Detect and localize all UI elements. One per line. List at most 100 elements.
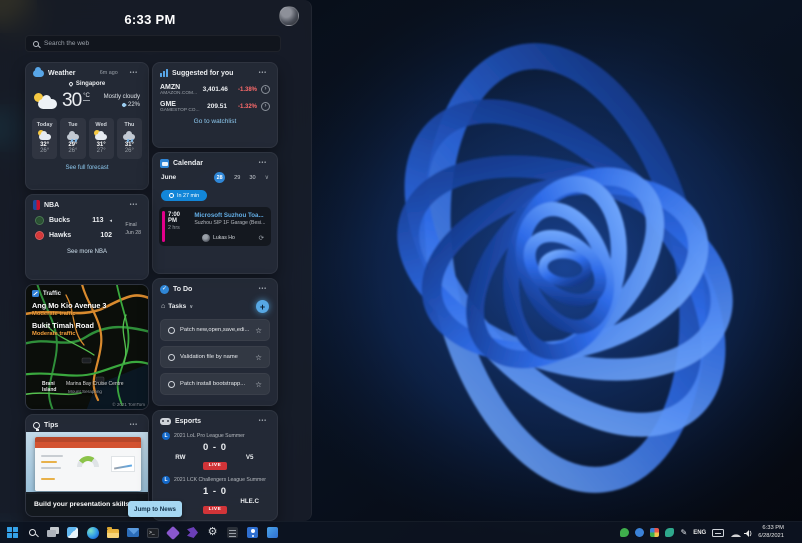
taskbar-search-button[interactable] xyxy=(25,525,40,540)
tray-app-icon[interactable] xyxy=(665,528,675,537)
edge-app-button[interactable] xyxy=(85,525,100,540)
see-full-forecast-link[interactable]: See full forecast xyxy=(26,165,148,171)
todo-widget[interactable]: To Do ••• ⌂ Tasks ∨ + Patch new,open,sav… xyxy=(152,278,278,406)
terminal-app-button[interactable] xyxy=(145,525,160,540)
home-icon: ⌂ xyxy=(161,303,166,310)
calendar-widget[interactable]: Calendar ••• June 28 29 30 ∨ In 27 min 7… xyxy=(152,152,278,274)
touch-keyboard-icon[interactable] xyxy=(712,528,725,537)
go-to-watchlist-link[interactable]: Go to watchlist xyxy=(153,118,277,125)
partly-cloudy-icon xyxy=(93,130,109,141)
see-more-nba-link[interactable]: See more NBA xyxy=(26,249,148,255)
weather-widget[interactable]: Weather 6m ago ••• Singapore 30 °C Mostl… xyxy=(25,62,149,190)
blue-app-button[interactable] xyxy=(265,525,280,540)
task-checkbox[interactable] xyxy=(168,380,175,388)
tray-app-icon[interactable] xyxy=(635,528,645,537)
stock-row[interactable]: GME GAMESTOP CO... 209.51 -1.32% › xyxy=(153,98,277,115)
weather-unit-toggle[interactable]: °C xyxy=(83,93,90,101)
traffic-road: Ang Mo Kio Avenue 3 xyxy=(32,301,107,310)
stock-detail-chevron-icon[interactable]: › xyxy=(261,102,270,111)
team-score: 113 xyxy=(92,217,104,224)
calendar-event[interactable]: 7:00 PM 2 hrs Microsoft Suzhou Toa... Su… xyxy=(159,207,271,246)
tray-app-icon[interactable] xyxy=(620,528,630,537)
map-label: Mount Serapong xyxy=(68,389,102,394)
forecast-day[interactable]: Thu 31° 26° xyxy=(116,118,142,159)
forecast-day[interactable]: Wed 31° 27° xyxy=(88,118,114,159)
chevron-down-icon[interactable]: ∨ xyxy=(265,174,269,181)
tips-more-options-icon[interactable]: ••• xyxy=(127,420,141,430)
star-icon[interactable]: ☆ xyxy=(255,353,262,362)
search-input[interactable] xyxy=(44,40,273,47)
map-label: Brani Island xyxy=(42,381,57,393)
weather-precip: 22% xyxy=(127,102,140,108)
calendar-day[interactable]: 30 xyxy=(249,175,255,181)
search-bar[interactable] xyxy=(25,35,281,52)
forecast-day[interactable]: Today 32° 26° xyxy=(32,118,58,159)
weather-more-options-icon[interactable]: ••• xyxy=(127,68,141,78)
nba-title: NBA xyxy=(44,201,60,209)
event-countdown-pill[interactable]: In 27 min xyxy=(161,190,208,201)
traffic-status: Moderate traffic xyxy=(32,331,76,337)
mail-app-button[interactable] xyxy=(125,525,140,540)
stock-price: 209.51 xyxy=(207,103,227,110)
widgets-button[interactable] xyxy=(65,525,80,540)
chevron-down-icon[interactable]: ∨ xyxy=(189,304,193,310)
pen-icon[interactable]: ✎ xyxy=(680,528,687,537)
task-item[interactable]: Patch new,open,save,edi... ☆ xyxy=(160,319,270,341)
network-volume-status[interactable] xyxy=(730,528,752,538)
people-app-button[interactable] xyxy=(245,525,260,540)
settings-app-button[interactable]: ⚙ xyxy=(205,525,220,540)
league-row[interactable]: L 2021 LCK Challengers League Summer xyxy=(153,473,277,485)
hawks-logo-icon xyxy=(35,231,44,240)
nba-widget[interactable]: NBA ••• Bucks 113 ◂ Hawks 102 Final Jun … xyxy=(25,194,149,280)
winner-indicator-icon: ◂ xyxy=(109,217,112,224)
task-checkbox[interactable] xyxy=(168,353,175,361)
nba-more-options-icon[interactable]: ••• xyxy=(127,200,141,210)
tray-app-icon[interactable] xyxy=(650,528,660,537)
task-label: Patch new,open,save,edi... xyxy=(180,327,250,333)
calendar-more-options-icon[interactable]: ••• xyxy=(256,158,270,168)
stock-row[interactable]: AMZN AMAZON.COM... 3,401.46 -1.38% › xyxy=(153,81,277,98)
sync-icon[interactable]: ⟳ xyxy=(259,234,264,242)
office-app-button[interactable] xyxy=(225,525,240,540)
stocks-widget[interactable]: Suggested for you ••• AMZN AMAZON.COM...… xyxy=(152,62,278,148)
league-row[interactable]: L 2021 LoL Pro League Summer xyxy=(153,429,277,441)
task-view-button[interactable] xyxy=(45,525,60,540)
calendar-day-selected[interactable]: 28 xyxy=(214,172,226,183)
task-item[interactable]: Validation file by name ☆ xyxy=(160,346,270,368)
profile-avatar[interactable] xyxy=(279,6,299,26)
match-row[interactable]: RW 0 - 0 LIVE V5 xyxy=(153,441,277,473)
task-item[interactable]: Patch install bootstrapp... ☆ xyxy=(160,373,270,395)
add-task-button[interactable]: + xyxy=(256,300,269,313)
purple-app-button[interactable] xyxy=(185,525,200,540)
start-button[interactable] xyxy=(5,525,20,540)
mini-line-chart xyxy=(111,456,135,472)
stock-ticker: AMZN xyxy=(160,83,181,91)
forecast-day[interactable]: Tue 29° 26° xyxy=(60,118,86,159)
weather-location: Singapore xyxy=(75,81,106,87)
todo-more-options-icon[interactable]: ••• xyxy=(256,284,270,294)
star-icon[interactable]: ☆ xyxy=(255,380,262,389)
stocks-more-options-icon[interactable]: ••• xyxy=(256,68,270,78)
taskbar-clock[interactable]: 6:33 PM 6/28/2021 xyxy=(758,525,784,540)
map-label: Marina Bay Cruise Centre xyxy=(66,381,124,387)
todo-title: To Do xyxy=(173,285,193,293)
star-icon[interactable]: ☆ xyxy=(255,326,262,335)
purple-app-icon xyxy=(187,527,198,538)
desktop: 6:33 PM Weather 6m ago ••• Singapore 30 … xyxy=(0,0,802,543)
jump-to-news-button[interactable]: Jump to News xyxy=(128,501,182,517)
traffic-widget[interactable]: Traffic Ang Mo Kio Avenue 3 Moderate tra… xyxy=(25,284,149,410)
task-view-icon xyxy=(47,530,56,537)
language-indicator[interactable]: ENG xyxy=(693,530,706,536)
esports-more-options-icon[interactable]: ••• xyxy=(256,416,270,426)
game-meta: Final Jun 28 xyxy=(125,222,141,237)
visual-studio-app-button[interactable] xyxy=(165,525,180,540)
task-checkbox[interactable] xyxy=(168,326,175,334)
file-explorer-button[interactable] xyxy=(105,525,120,540)
tips-preview-image[interactable] xyxy=(26,432,148,494)
weather-temperature: 30 xyxy=(62,90,82,111)
calendar-day[interactable]: 29 xyxy=(234,175,240,181)
attendee-name: Lukas Ho xyxy=(213,235,235,241)
widgets-clock: 6:33 PM xyxy=(124,12,176,27)
todo-list-label[interactable]: Tasks xyxy=(168,303,186,310)
stock-detail-chevron-icon[interactable]: › xyxy=(261,85,270,94)
